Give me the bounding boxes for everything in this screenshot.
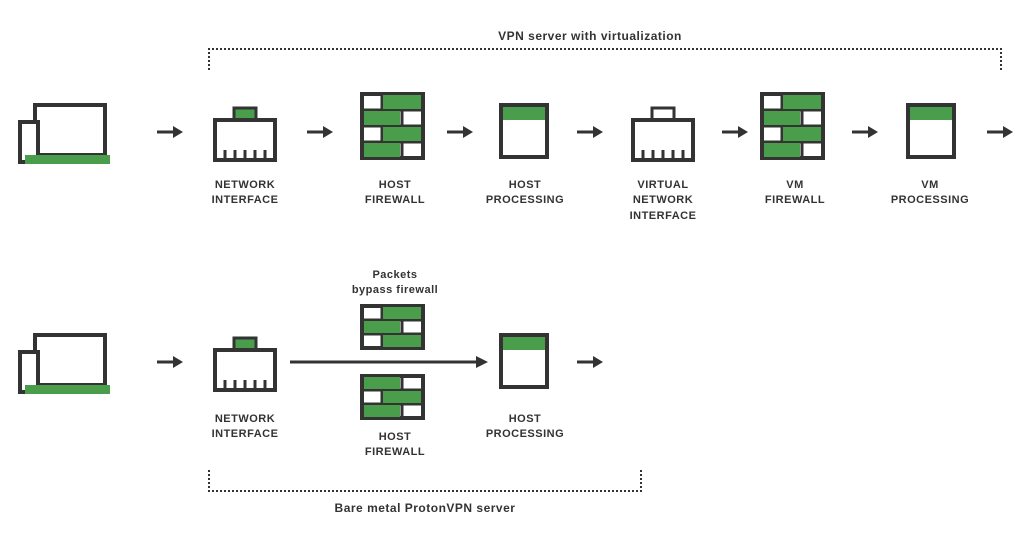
- top-caption: VPN server with virtualization: [460, 28, 720, 45]
- nic1-label: NETWORK INTERFACE: [195, 178, 295, 209]
- bottom-bracket: [208, 470, 642, 492]
- processing-icon: [905, 102, 957, 165]
- firewall-bypass-icon: [360, 304, 425, 425]
- arrow-icon: [155, 352, 185, 372]
- processing-icon: [498, 332, 550, 395]
- arrow-icon: [850, 122, 880, 142]
- host-fw1-label: HOST FIREWALL: [345, 178, 445, 209]
- network-interface-icon: [628, 100, 698, 170]
- arrow-icon: [575, 122, 605, 142]
- host-proc2-label: HOST PROCESSING: [475, 412, 575, 443]
- network-interface-icon: [210, 100, 280, 170]
- vnic-label: VIRTUAL NETWORK INTERFACE: [613, 178, 713, 224]
- arrow-icon: [720, 122, 750, 142]
- arrow-icon: [445, 122, 475, 142]
- laptop-icon: [15, 330, 115, 405]
- arrow-icon: [985, 122, 1015, 142]
- laptop-icon: [15, 100, 115, 175]
- bypass-label: Packets bypass firewall: [335, 268, 455, 299]
- arrow-icon: [155, 122, 185, 142]
- network-interface-icon: [210, 330, 280, 400]
- diagram-canvas: VPN server with virtualization NETWORK I…: [0, 0, 1024, 543]
- firewall-icon: [360, 92, 425, 165]
- firewall-icon: [760, 92, 825, 165]
- nic2-label: NETWORK INTERFACE: [195, 412, 295, 443]
- arrow-icon: [575, 352, 605, 372]
- vm-proc-label: VM PROCESSING: [880, 178, 980, 209]
- bottom-caption: Bare metal ProtonVPN server: [310, 500, 540, 517]
- host-proc1-label: HOST PROCESSING: [475, 178, 575, 209]
- processing-icon: [498, 102, 550, 165]
- top-bracket: [208, 48, 1002, 70]
- vm-fw-label: VM FIREWALL: [745, 178, 845, 209]
- host-fw2-label: HOST FIREWALL: [345, 430, 445, 461]
- arrow-icon: [305, 122, 335, 142]
